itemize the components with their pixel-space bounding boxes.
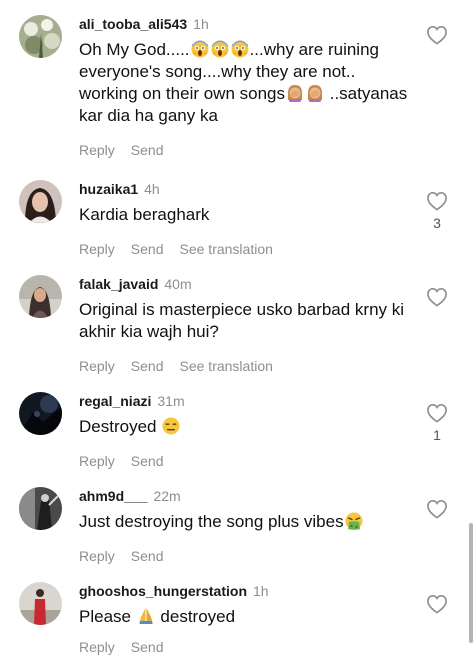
comment-username[interactable]: falak_javaid bbox=[79, 276, 158, 292]
comment-time: 22m bbox=[153, 488, 181, 504]
comment-username[interactable]: ghooshos_hungerstation bbox=[79, 583, 247, 599]
comment-body: huzaika1 4h Kardia beraghark Reply Send See… bbox=[79, 180, 414, 259]
send-button[interactable]: Send bbox=[131, 358, 164, 374]
comment-text: Please destroyed bbox=[79, 606, 414, 628]
reply-button[interactable]: Reply bbox=[79, 639, 115, 655]
avatar[interactable] bbox=[19, 582, 62, 625]
comment-body: ali_tooba_ali543 1h Oh My God..... ...why … bbox=[79, 15, 414, 160]
face-vomiting-emoji bbox=[345, 512, 363, 530]
comment-time: 31m bbox=[157, 393, 185, 409]
avatar[interactable] bbox=[19, 392, 62, 435]
woman-facepalming-emoji bbox=[286, 84, 304, 102]
send-button[interactable]: Send bbox=[131, 548, 164, 564]
folded-hands-emoji bbox=[137, 607, 155, 625]
expressionless-face-emoji bbox=[162, 417, 180, 435]
comment-text-part: Oh My God..... bbox=[79, 40, 190, 59]
comment-text: Destroyed bbox=[79, 416, 414, 438]
comment-text: Just destroying the song plus vibes bbox=[79, 511, 414, 533]
comment-time: 40m bbox=[164, 276, 192, 292]
face-screaming-in-fear-emoji bbox=[211, 40, 229, 58]
comment-meta: regal_niazi 31m bbox=[79, 392, 414, 410]
comment-actions: Reply Send bbox=[79, 639, 414, 657]
avatar[interactable] bbox=[19, 180, 62, 223]
comment-meta: falak_javaid 40m bbox=[79, 275, 414, 293]
heart-outline-icon[interactable] bbox=[426, 594, 448, 616]
comment-text-part: Destroyed bbox=[79, 417, 162, 436]
comment-body: ahm9d___ 22m Just destroying the song plu… bbox=[79, 487, 414, 566]
avatar[interactable] bbox=[19, 275, 62, 318]
comment-actions: Reply Send bbox=[79, 548, 414, 566]
like-count: 3 bbox=[433, 215, 441, 231]
comment-body: ghooshos_hungerstation 1h Please destroye… bbox=[79, 582, 414, 657]
comment-username[interactable]: ali_tooba_ali543 bbox=[79, 16, 187, 32]
reply-button[interactable]: Reply bbox=[79, 241, 115, 257]
comment-username[interactable]: regal_niazi bbox=[79, 393, 151, 409]
see-translation-button[interactable]: See translation bbox=[180, 241, 273, 257]
face-screaming-in-fear-emoji bbox=[191, 40, 209, 58]
comment-username[interactable]: huzaika1 bbox=[79, 181, 138, 197]
comment-body: regal_niazi 31m Destroyed Reply Send bbox=[79, 392, 414, 471]
see-translation-button[interactable]: See translation bbox=[180, 358, 273, 374]
comment-meta: ahm9d___ 22m bbox=[79, 487, 414, 505]
comment-actions: Reply Send See translation bbox=[79, 241, 414, 259]
heart-outline-icon[interactable] bbox=[426, 25, 448, 47]
send-button[interactable]: Send bbox=[131, 639, 164, 655]
comment-meta: ghooshos_hungerstation 1h bbox=[79, 582, 414, 600]
face-screaming-in-fear-emoji bbox=[231, 40, 249, 58]
comment-username[interactable]: ahm9d___ bbox=[79, 488, 147, 504]
heart-outline-icon[interactable] bbox=[426, 499, 448, 521]
comment-text-part: Just destroying the song plus vibes bbox=[79, 512, 344, 531]
heart-outline-icon[interactable] bbox=[426, 287, 448, 309]
like-count: 1 bbox=[433, 427, 441, 443]
comment-actions: Reply Send See translation bbox=[79, 358, 414, 376]
comment-text-part: destroyed bbox=[155, 607, 236, 626]
woman-facepalming-emoji bbox=[306, 84, 324, 102]
comment-text: Original is masterpiece usko barbad krny… bbox=[79, 300, 405, 341]
comment-meta: huzaika1 4h bbox=[79, 180, 414, 198]
reply-button[interactable]: Reply bbox=[79, 358, 115, 374]
comment-text-part: Please bbox=[79, 607, 136, 626]
comment-text: Oh My God..... ...why are ruining everyon… bbox=[79, 39, 414, 127]
send-button[interactable]: Send bbox=[131, 241, 164, 257]
scrollbar[interactable] bbox=[469, 523, 473, 643]
send-button[interactable]: Send bbox=[131, 142, 164, 158]
comment-time: 4h bbox=[144, 181, 160, 197]
comment-actions: Reply Send bbox=[79, 453, 414, 471]
avatar[interactable] bbox=[19, 15, 62, 58]
avatar[interactable] bbox=[19, 487, 62, 530]
comment-time: 1h bbox=[193, 16, 209, 32]
reply-button[interactable]: Reply bbox=[79, 142, 115, 158]
comment-body: falak_javaid 40m Original is masterpiece … bbox=[79, 275, 414, 376]
send-button[interactable]: Send bbox=[131, 453, 164, 469]
reply-button[interactable]: Reply bbox=[79, 548, 115, 564]
reply-button[interactable]: Reply bbox=[79, 453, 115, 469]
comment-time: 1h bbox=[253, 583, 269, 599]
comment-text: Kardia beraghark bbox=[79, 205, 210, 224]
heart-outline-icon[interactable] bbox=[426, 403, 448, 425]
comment-actions: Reply Send bbox=[79, 142, 414, 160]
heart-outline-icon[interactable] bbox=[426, 191, 448, 213]
comment-meta: ali_tooba_ali543 1h bbox=[79, 15, 414, 33]
